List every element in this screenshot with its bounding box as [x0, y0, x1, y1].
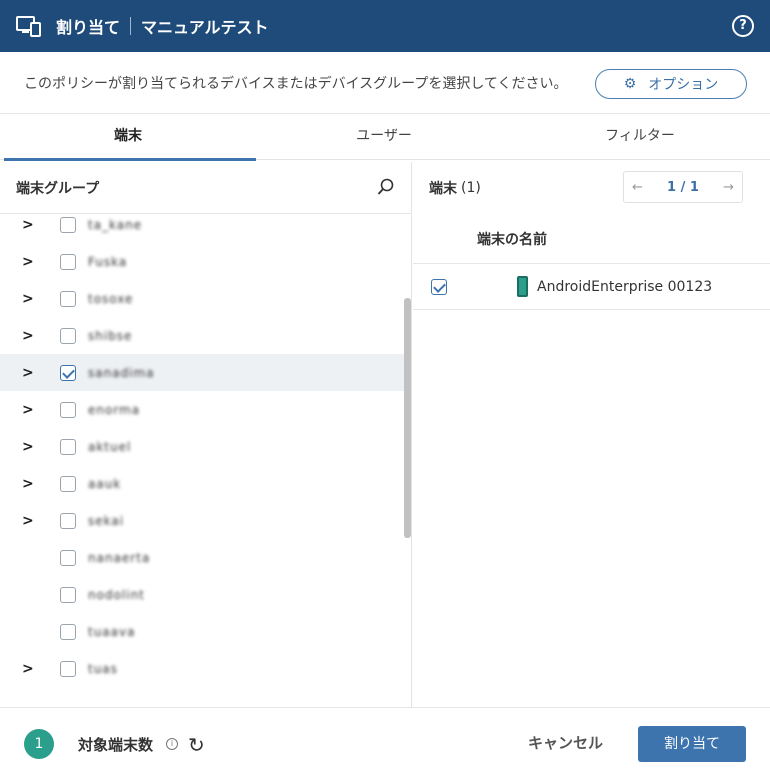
device-group-panel: 端末グループ > ta_kane > Fuska > tosoxe > shibse >…: [0, 162, 412, 707]
tab-devices[interactable]: 端末: [0, 114, 256, 161]
refresh-icon[interactable]: ↻: [188, 733, 205, 757]
group-name: nanaerta: [88, 550, 151, 565]
group-checkbox[interactable]: [60, 549, 76, 566]
chevron-right-icon[interactable]: >: [22, 217, 34, 233]
cancel-button[interactable]: キャンセル: [528, 732, 603, 753]
chevron-right-icon[interactable]: >: [22, 254, 34, 270]
dialog-header: 割り当て マニュアルテスト ?: [0, 0, 770, 52]
device-panel-title: 端末: [429, 181, 457, 197]
chevron-right-icon[interactable]: >: [22, 661, 34, 677]
chevron-right-icon[interactable]: >: [22, 513, 34, 529]
device-panel: 端末 (1) ← 1 / 1 → 端末の名前 AndroidEnterprise…: [413, 162, 770, 707]
group-name: shibse: [88, 328, 133, 343]
group-name: aktuel: [88, 439, 132, 454]
assign-button[interactable]: 割り当て: [638, 726, 746, 762]
group-checkbox[interactable]: [60, 475, 76, 492]
chevron-right-icon[interactable]: >: [22, 365, 34, 381]
group-row[interactable]: tuaava: [0, 613, 404, 650]
group-row[interactable]: > Fuska: [0, 243, 404, 280]
group-name: Fuska: [88, 254, 128, 269]
instruction-bar: このポリシーが割り当てられるデバイスまたはデバイスグループを選択してください。 …: [0, 52, 770, 114]
group-name: aauk: [88, 476, 122, 491]
group-row-selected[interactable]: > sanadima: [0, 354, 404, 391]
policy-name: マニュアルテスト: [141, 18, 269, 37]
device-checkbox-checked[interactable]: [431, 278, 447, 295]
group-checkbox[interactable]: [60, 401, 76, 418]
group-name: tuas: [88, 661, 118, 676]
group-row[interactable]: > enorma: [0, 391, 404, 428]
group-checkbox[interactable]: [60, 290, 76, 307]
chevron-right-icon[interactable]: >: [22, 291, 34, 307]
next-page-arrow-icon[interactable]: →: [723, 180, 734, 195]
tab-bar: 端末 ユーザー フィルター: [0, 114, 770, 161]
page-indicator: 1 / 1: [667, 179, 699, 195]
target-count-label: 対象端末数: [78, 736, 154, 754]
group-checkbox[interactable]: [60, 438, 76, 455]
group-name: tuaava: [88, 624, 136, 639]
group-row[interactable]: > aktuel: [0, 428, 404, 465]
device-group-list: > ta_kane > Fuska > tosoxe > shibse > sanadim…: [0, 206, 404, 687]
title-separator: [130, 17, 132, 35]
group-row[interactable]: nodolint: [0, 576, 404, 613]
group-name: enorma: [88, 402, 141, 417]
group-checkbox-checked[interactable]: [60, 364, 76, 381]
group-row[interactable]: > ta_kane: [0, 206, 404, 243]
device-group-title: 端末グループ: [16, 180, 100, 197]
group-checkbox[interactable]: [60, 253, 76, 270]
group-checkbox[interactable]: [60, 512, 76, 529]
dialog-footer: 1 対象端末数 i ↻ キャンセル 割り当て: [0, 707, 770, 776]
pagination: ← 1 / 1 →: [623, 171, 743, 203]
tab-filters[interactable]: フィルター: [512, 114, 768, 159]
help-icon[interactable]: ?: [732, 15, 754, 37]
options-button[interactable]: ⚙ オプション: [595, 69, 747, 99]
group-checkbox[interactable]: [60, 216, 76, 233]
group-row[interactable]: > sekai: [0, 502, 404, 539]
group-checkbox[interactable]: [60, 327, 76, 344]
device-assign-icon: [16, 15, 42, 37]
group-name: sekai: [88, 513, 125, 528]
group-name: nodolint: [88, 587, 145, 602]
chevron-right-icon[interactable]: >: [22, 328, 34, 344]
group-name: tosoxe: [88, 291, 134, 306]
group-row[interactable]: > aauk: [0, 465, 404, 502]
device-name: AndroidEnterprise 00123: [537, 278, 713, 295]
group-row[interactable]: > tosoxe: [0, 280, 404, 317]
group-checkbox[interactable]: [60, 623, 76, 640]
info-icon[interactable]: i: [166, 738, 178, 750]
smartphone-icon: [517, 276, 528, 297]
group-name: ta_kane: [88, 217, 143, 232]
prev-page-arrow-icon[interactable]: ←: [632, 180, 643, 195]
group-list-scrollbar[interactable]: [404, 298, 411, 538]
group-checkbox[interactable]: [60, 660, 76, 677]
device-name-column-header: 端末の名前: [413, 214, 770, 264]
device-count: (1): [461, 180, 481, 196]
device-panel-header: 端末 (1) ← 1 / 1 →: [413, 162, 770, 214]
group-checkbox[interactable]: [60, 586, 76, 603]
search-icon[interactable]: [377, 178, 395, 196]
target-count-badge: 1: [24, 729, 54, 759]
device-row[interactable]: AndroidEnterprise 00123: [413, 264, 770, 310]
options-label: オプション: [648, 77, 719, 93]
chevron-right-icon[interactable]: >: [22, 476, 34, 492]
chevron-right-icon[interactable]: >: [22, 402, 34, 418]
group-row[interactable]: > shibse: [0, 317, 404, 354]
group-name: sanadima: [88, 365, 155, 380]
tab-users[interactable]: ユーザー: [256, 114, 512, 159]
chevron-right-icon[interactable]: >: [22, 439, 34, 455]
instruction-text: このポリシーが割り当てられるデバイスまたはデバイスグループを選択してください。: [24, 75, 568, 92]
group-row[interactable]: nanaerta: [0, 539, 404, 576]
gear-icon: ⚙: [623, 76, 637, 92]
group-row[interactable]: > tuas: [0, 650, 404, 687]
dialog-title: 割り当て: [56, 18, 121, 37]
